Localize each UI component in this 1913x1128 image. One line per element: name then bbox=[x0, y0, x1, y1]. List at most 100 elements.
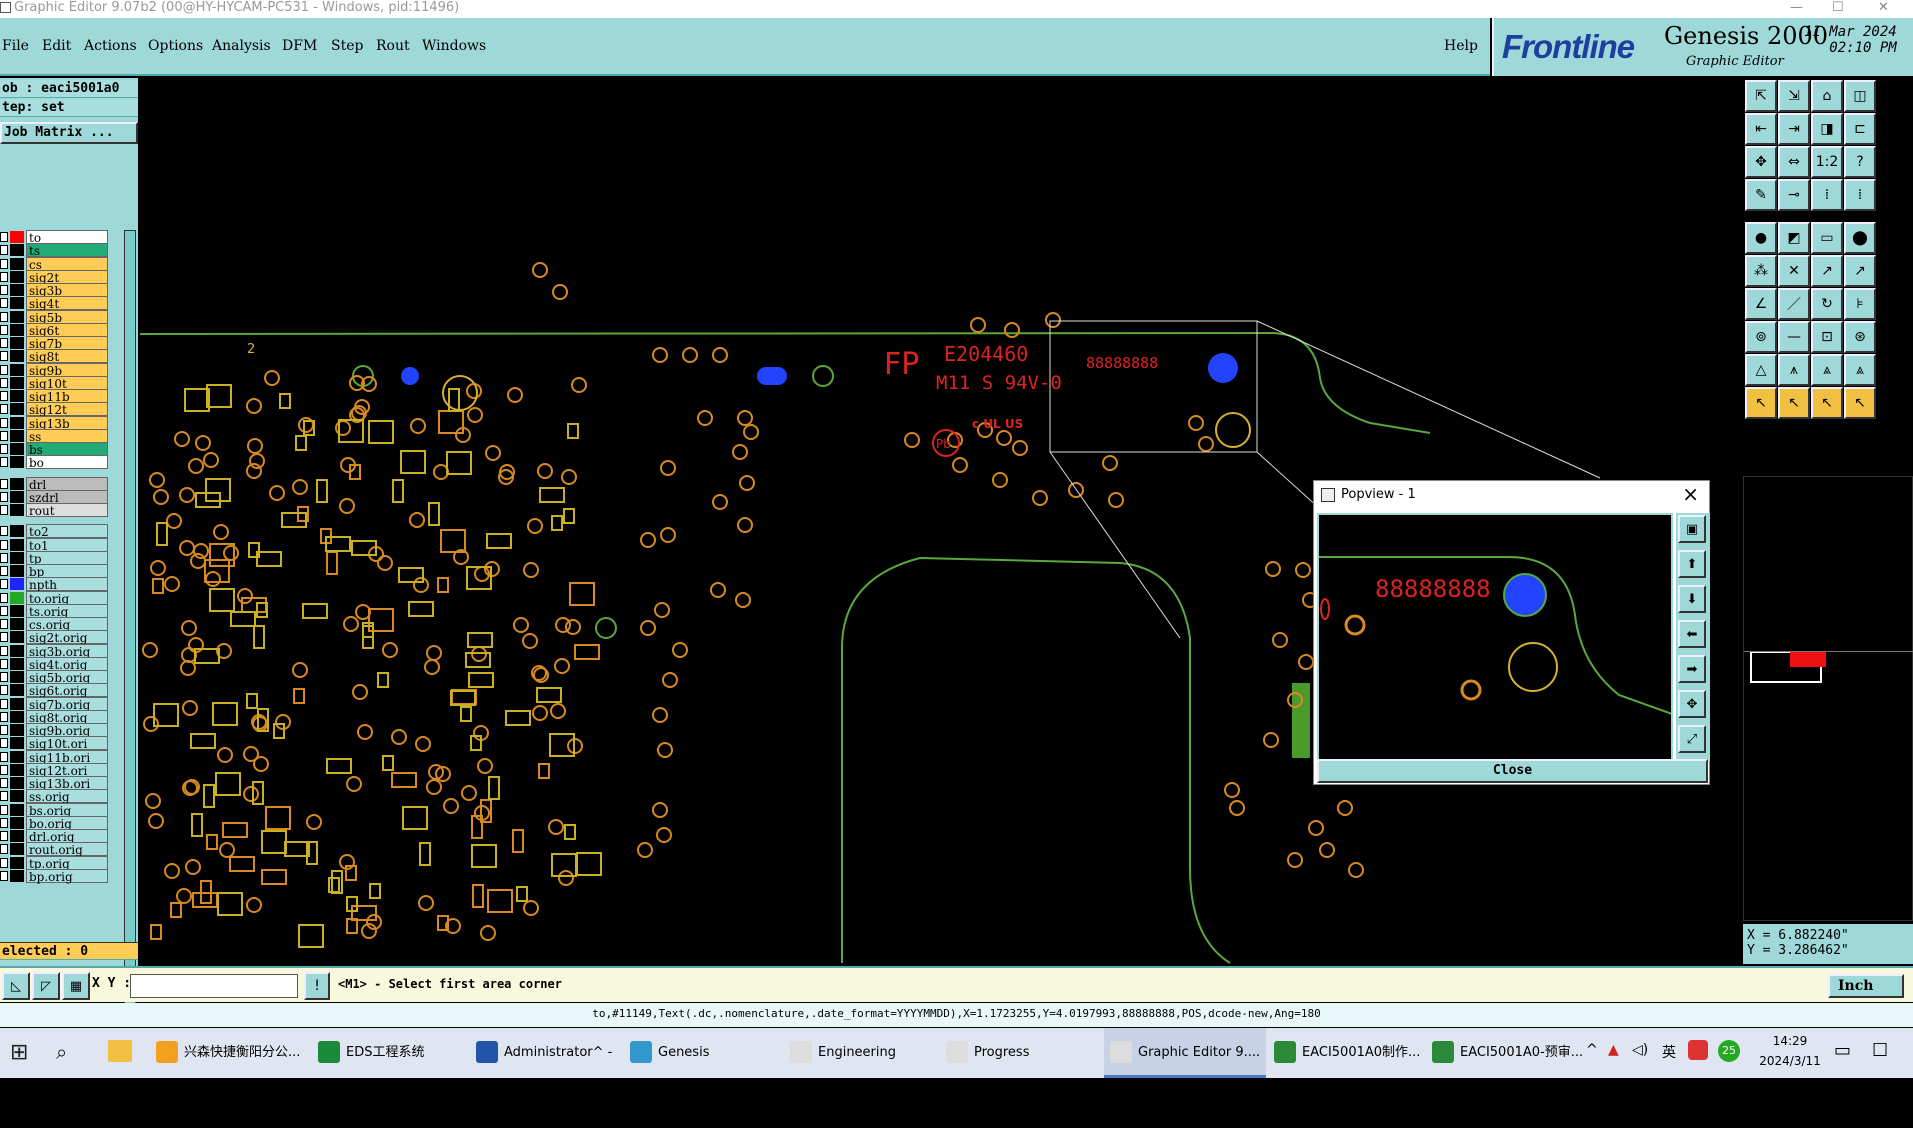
layer-checkbox[interactable] bbox=[0, 791, 8, 802]
layer-row[interactable]: ts.orig bbox=[0, 603, 110, 619]
tool-button-29[interactable]: ⊚ bbox=[1745, 321, 1777, 353]
layer-row[interactable]: sig5b bbox=[0, 309, 110, 325]
tool-button-10[interactable]: ⇔ bbox=[1778, 146, 1810, 178]
layer-checkbox[interactable] bbox=[0, 857, 8, 868]
layer-checkbox[interactable] bbox=[0, 658, 8, 669]
layer-checkbox[interactable] bbox=[0, 672, 8, 682]
layer-checkbox[interactable] bbox=[0, 404, 8, 415]
layer-row[interactable]: to bbox=[0, 230, 110, 245]
layer-row[interactable]: to2 bbox=[0, 524, 110, 539]
layer-checkbox[interactable] bbox=[0, 831, 8, 841]
layer-checkbox[interactable] bbox=[0, 457, 8, 468]
layer-row[interactable]: sig13b bbox=[0, 415, 110, 431]
layer-checkbox[interactable] bbox=[0, 870, 8, 881]
taskbar-app[interactable]: Genesis bbox=[624, 1028, 780, 1078]
minimize-button[interactable]: — bbox=[1790, 0, 1803, 16]
layer-row[interactable]: sig9b bbox=[0, 362, 110, 378]
tool-button-24[interactable]: ↗ bbox=[1844, 255, 1876, 287]
tool-button-9[interactable]: ✥ bbox=[1745, 146, 1777, 178]
layer-checkbox[interactable] bbox=[0, 566, 8, 576]
layer-checkbox[interactable] bbox=[0, 391, 8, 401]
tool-button-2[interactable]: ⇲ bbox=[1778, 80, 1810, 112]
search-icon[interactable]: ⌕ bbox=[56, 1040, 67, 1064]
tool-button-19[interactable]: ▭ bbox=[1811, 222, 1843, 254]
layer-checkbox[interactable] bbox=[0, 778, 8, 788]
layer-checkbox[interactable] bbox=[0, 632, 8, 643]
taskbar-app[interactable]: EACI5001A0-预审... bbox=[1426, 1028, 1586, 1078]
layer-row[interactable]: npth bbox=[0, 577, 110, 592]
layer-checkbox[interactable] bbox=[0, 258, 8, 269]
tool-button-17[interactable]: ● bbox=[1745, 222, 1777, 254]
layer-checkbox[interactable] bbox=[0, 338, 8, 348]
menu-options[interactable]: Options bbox=[148, 38, 203, 54]
layer-row[interactable]: to.orig bbox=[0, 590, 110, 606]
tool-button-15[interactable]: ⁞ bbox=[1811, 179, 1843, 211]
menu-dfm[interactable]: DFM bbox=[282, 38, 317, 54]
layer-checkbox[interactable] bbox=[0, 645, 8, 656]
layer-checkbox[interactable] bbox=[0, 271, 8, 282]
layer-row[interactable]: sig3b bbox=[0, 283, 110, 298]
tool-button-5[interactable]: ⇤ bbox=[1745, 113, 1777, 145]
taskbar-app[interactable]: EDS工程系统 bbox=[312, 1028, 468, 1078]
layer-checkbox[interactable] bbox=[0, 351, 8, 362]
layer-checkbox[interactable] bbox=[0, 430, 8, 441]
layer-row[interactable]: sig8t.orig bbox=[0, 709, 110, 725]
layer-row[interactable]: ts bbox=[0, 243, 110, 258]
layer-checkbox[interactable] bbox=[0, 817, 8, 828]
layer-checkbox[interactable] bbox=[0, 592, 8, 603]
layer-row[interactable]: sig11b bbox=[0, 389, 110, 404]
menu-analysis[interactable]: Analysis bbox=[212, 38, 271, 54]
layer-row[interactable]: sig12t.ori bbox=[0, 762, 110, 778]
menu-actions[interactable]: Actions bbox=[84, 38, 137, 54]
layer-checkbox[interactable] bbox=[0, 491, 8, 502]
layer-row[interactable]: bs bbox=[0, 442, 110, 457]
snap-tool-2[interactable]: ◸ bbox=[32, 972, 60, 1000]
notification-icon[interactable]: ☐ bbox=[1872, 1040, 1888, 1061]
tool-button-30[interactable]: — bbox=[1778, 321, 1810, 353]
tool-button-28[interactable]: ⊧ bbox=[1844, 288, 1876, 320]
tool-button-22[interactable]: ✕ bbox=[1778, 255, 1810, 287]
layer-row[interactable]: sig8t bbox=[0, 349, 110, 364]
tool-button-7[interactable]: ◨ bbox=[1811, 113, 1843, 145]
tray-badge[interactable]: 25 bbox=[1718, 1040, 1740, 1062]
volume-icon[interactable]: ◁) bbox=[1632, 1042, 1648, 1058]
layer-row[interactable]: tp.orig bbox=[0, 855, 110, 871]
menu-step[interactable]: Step bbox=[331, 38, 363, 54]
layer-row[interactable]: sig2t bbox=[0, 269, 110, 285]
tool-button-11[interactable]: 1:2 bbox=[1811, 146, 1843, 178]
layer-row[interactable]: rout bbox=[0, 503, 110, 518]
layer-row[interactable]: sig6t.orig bbox=[0, 683, 110, 698]
clock-time[interactable]: 14:29 bbox=[1760, 1034, 1820, 1048]
popview-tool-2[interactable]: ⬆ bbox=[1678, 550, 1706, 578]
layer-checkbox[interactable] bbox=[0, 444, 8, 454]
taskbar-app[interactable]: Engineering Tool... bbox=[784, 1028, 936, 1110]
popview-tool-3[interactable]: ⬇ bbox=[1678, 585, 1706, 613]
menu-help[interactable]: Help bbox=[1444, 38, 1478, 54]
tool-button-18[interactable]: ◩ bbox=[1778, 222, 1810, 254]
layer-row[interactable]: sig7b bbox=[0, 336, 110, 351]
file-explorer-icon[interactable] bbox=[108, 1040, 132, 1062]
clock-date[interactable]: 2024/3/11 bbox=[1752, 1054, 1828, 1068]
layer-checkbox[interactable] bbox=[0, 245, 8, 256]
layer-checkbox[interactable] bbox=[0, 804, 8, 815]
tool-button-32[interactable]: ⊛ bbox=[1844, 321, 1876, 353]
layer-row[interactable]: rout.orig bbox=[0, 842, 110, 857]
popview-tool-4[interactable]: ⬅ bbox=[1678, 620, 1706, 648]
tray-chevron-icon[interactable]: ^ bbox=[1586, 1042, 1598, 1058]
menu-edit[interactable]: Edit bbox=[42, 38, 71, 54]
ime-indicator[interactable]: 英 bbox=[1662, 1042, 1676, 1062]
layer-checkbox[interactable] bbox=[0, 526, 8, 537]
layer-checkbox[interactable] bbox=[0, 711, 8, 722]
layer-checkbox[interactable] bbox=[0, 478, 8, 489]
layer-checkbox[interactable] bbox=[0, 579, 8, 590]
layer-row[interactable]: bo bbox=[0, 455, 110, 470]
layer-row[interactable]: tp bbox=[0, 550, 110, 566]
tool-button-8[interactable]: ⊏ bbox=[1844, 113, 1876, 145]
layer-checkbox[interactable] bbox=[0, 552, 8, 563]
layer-row[interactable]: sig10t.ori bbox=[0, 736, 110, 751]
layer-row[interactable]: sig7b.orig bbox=[0, 696, 110, 712]
tool-button-1[interactable]: ⇱ bbox=[1745, 80, 1777, 112]
maximize-button[interactable]: ☐ bbox=[1832, 0, 1844, 16]
layer-row[interactable]: drl bbox=[0, 476, 110, 492]
layer-checkbox[interactable] bbox=[0, 232, 8, 242]
